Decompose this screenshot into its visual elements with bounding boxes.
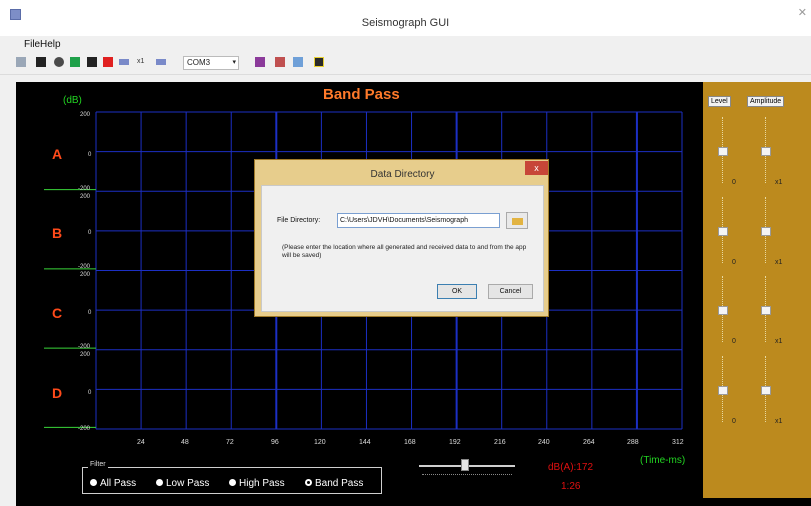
filter-all-pass[interactable]: All Pass	[90, 478, 136, 489]
x-tick: 48	[181, 439, 189, 446]
x-tick: 240	[538, 439, 550, 446]
x-tick: 288	[627, 439, 639, 446]
filter-band-pass[interactable]: Band Pass	[305, 478, 363, 489]
play-icon[interactable]	[70, 57, 80, 67]
level-slider-thumb[interactable]	[718, 227, 728, 236]
radio-icon[interactable]	[90, 479, 97, 486]
amplitude-slider-value: x1	[775, 418, 783, 425]
x-tick: 72	[226, 439, 234, 446]
y-tick: 0	[88, 152, 92, 158]
y-tick: 200	[80, 194, 91, 200]
spectrum-icon[interactable]	[314, 57, 324, 67]
channel-label-c: C	[52, 305, 63, 321]
time-readout: 1:26	[561, 481, 581, 492]
x-tick: 312	[672, 439, 684, 446]
level-slider-thumb[interactable]	[718, 147, 728, 156]
close-icon[interactable]: ✕	[798, 6, 807, 19]
level-slider-value: 0	[732, 338, 736, 345]
grid-icon[interactable]	[293, 57, 303, 67]
x-axis-unit: (Time-ms)	[640, 455, 686, 466]
y-tick: 0	[88, 230, 92, 236]
window-title: Seismograph GUI	[361, 17, 450, 29]
x-tick: 216	[494, 439, 506, 446]
marker-icon[interactable]	[255, 57, 265, 67]
y-tick: 0	[88, 390, 92, 396]
y-tick: 0	[88, 310, 92, 316]
toolbar: x1 COM3 ▾	[0, 53, 811, 75]
controls-panel: Level Amplitude	[703, 82, 811, 498]
file-directory-input[interactable]: C:\Users\JDVH\Documents\Seismograph	[337, 213, 500, 228]
browse-button[interactable]	[506, 212, 528, 229]
y-axis-unit: (dB)	[63, 95, 82, 106]
amplitude-slider-thumb[interactable]	[761, 306, 771, 315]
filter-low-pass[interactable]: Low Pass	[156, 478, 209, 489]
zoom-slider-thumb[interactable]	[461, 459, 469, 471]
level-slider-value: 0	[732, 179, 736, 186]
level-slider-value: 0	[732, 259, 736, 266]
dialog-body: File Directory: C:\Users\JDVH\Documents\…	[261, 185, 544, 312]
level-slider-value: 0	[732, 418, 736, 425]
radio-selected-icon[interactable]	[305, 479, 312, 486]
camera-icon[interactable]	[36, 57, 46, 67]
stop-icon[interactable]	[103, 57, 113, 67]
ok-button[interactable]: OK	[437, 284, 477, 299]
y-tick: -200	[78, 426, 91, 432]
x-tick: 120	[314, 439, 326, 446]
save-icon[interactable]	[16, 57, 26, 67]
speed-icon: x1	[137, 58, 145, 65]
zoom-slider-ticks	[422, 474, 512, 476]
x-tick: 168	[404, 439, 416, 446]
menu-file[interactable]: File	[24, 39, 40, 50]
dialog-note: (Please enter the location where all gen…	[282, 244, 527, 259]
folder-icon	[512, 218, 523, 225]
y-tick: 200	[80, 112, 91, 118]
data-directory-dialog: Data Directory x File Directory: C:\User…	[254, 159, 549, 317]
level-label: Level	[708, 96, 731, 107]
x-tick: 192	[449, 439, 461, 446]
y-tick: 200	[80, 352, 91, 358]
dba-readout: dB(A):172	[548, 462, 594, 473]
y-tick: -200	[78, 344, 91, 350]
filter-high-pass[interactable]: High Pass	[229, 478, 285, 489]
title-bar: Seismograph GUI ✕	[0, 0, 811, 36]
dialog-close-button[interactable]: x	[525, 161, 548, 175]
level-slider-thumb[interactable]	[718, 386, 728, 395]
pause-icon[interactable]	[87, 57, 97, 67]
x-tick: 96	[271, 439, 279, 446]
radio-icon[interactable]	[229, 479, 236, 486]
amplitude-slider-thumb[interactable]	[761, 147, 771, 156]
port-select[interactable]: COM3 ▾	[183, 56, 239, 70]
channel-label-b: B	[52, 225, 63, 241]
x-tick: 24	[137, 439, 145, 446]
refresh-icon[interactable]	[54, 57, 64, 67]
y-tick: 200	[80, 272, 91, 278]
amplitude-slider-value: x1	[775, 338, 783, 345]
amplitude-label: Amplitude	[747, 96, 785, 107]
file-directory-label: File Directory:	[277, 217, 321, 224]
arrow-right-icon[interactable]	[156, 59, 166, 65]
settings-icon[interactable]	[275, 57, 285, 67]
y-tick: -200	[78, 264, 91, 270]
radio-icon[interactable]	[156, 479, 163, 486]
arrow-left-icon[interactable]	[119, 59, 129, 65]
app-window: Seismograph GUI ✕ File Help x1 COM3 ▾ Ban…	[0, 0, 811, 506]
x-tick: 264	[583, 439, 595, 446]
level-slider-thumb[interactable]	[718, 306, 728, 315]
y-tick: -200	[78, 186, 91, 192]
cancel-button[interactable]: Cancel	[488, 284, 533, 299]
x-tick: 144	[359, 439, 371, 446]
dialog-title: Data Directory	[370, 169, 435, 180]
amplitude-slider-thumb[interactable]	[761, 227, 771, 236]
amplitude-slider-value: x1	[775, 179, 783, 186]
channel-label-d: D	[52, 385, 63, 401]
amplitude-slider-thumb[interactable]	[761, 386, 771, 395]
plot-title: Band Pass	[323, 86, 400, 103]
filter-group-label: Filter	[88, 461, 108, 468]
menu-bar: File Help	[0, 36, 811, 53]
channel-label-a: A	[52, 146, 63, 162]
amplitude-slider-value: x1	[775, 259, 783, 266]
menu-help[interactable]: Help	[40, 39, 61, 50]
